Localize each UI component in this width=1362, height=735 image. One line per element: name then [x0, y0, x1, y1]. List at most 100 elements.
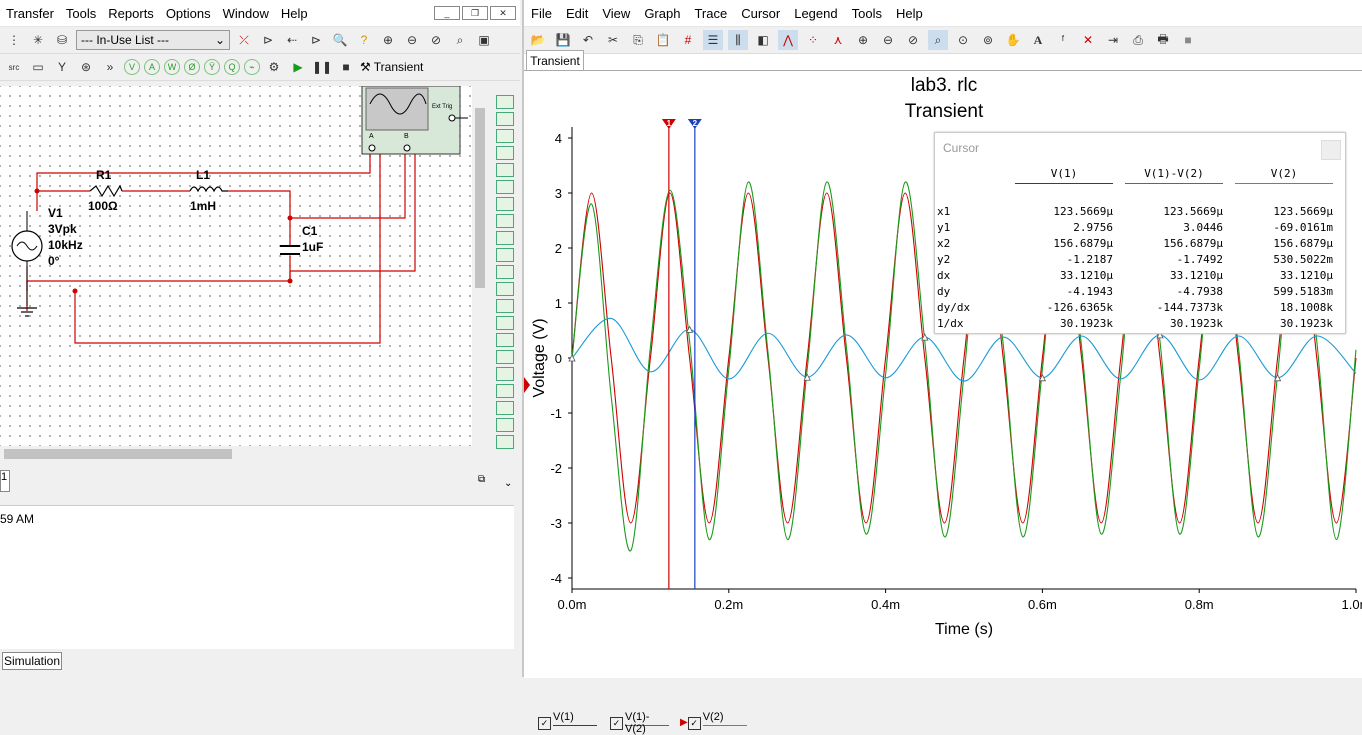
legend-checkbox-diff[interactable]: ✓	[610, 717, 623, 730]
close-icon[interactable]: ✕	[490, 6, 516, 20]
source-icon[interactable]: src	[4, 57, 24, 77]
minimize-icon[interactable]: _	[434, 6, 460, 20]
more-icon[interactable]: »	[100, 57, 120, 77]
cursor-panel[interactable]: Cursor V(1) V(1)-V(2) V(2) x1 123.5669µ 12…	[934, 132, 1346, 334]
menu-transfer[interactable]: Transfer	[0, 6, 60, 21]
print-icon[interactable]: 🖶	[1153, 30, 1173, 50]
zoom-y-icon[interactable]: ⊚	[978, 30, 998, 50]
pan-icon[interactable]: ✋	[1003, 30, 1023, 50]
menu-tools[interactable]: Tools	[845, 6, 889, 21]
instrument-current-probe-icon[interactable]	[496, 418, 514, 432]
menu-options[interactable]: Options	[160, 6, 217, 21]
probe-c-icon[interactable]: Q	[224, 59, 240, 75]
probe-a-icon[interactable]: A	[144, 59, 160, 75]
probe-g-icon[interactable]: Ÿ	[204, 59, 220, 75]
instrument-wattmeter-icon[interactable]	[496, 129, 514, 143]
legend-checkbox-v1[interactable]: ✓	[538, 717, 551, 730]
undo-icon[interactable]: ↶	[578, 30, 598, 50]
legend-item-v1[interactable]: ✓ V(1)	[538, 711, 597, 730]
schematic-vertical-scrollbar[interactable]	[472, 86, 488, 446]
menu-view[interactable]: View	[595, 6, 637, 21]
cursor-toggle-icon[interactable]: ⫼	[728, 30, 748, 50]
legend-checkbox-v2[interactable]: ✓	[687, 717, 701, 730]
zoom-in-icon[interactable]: ⊕	[853, 30, 873, 50]
overlay-icon[interactable]: ◧	[753, 30, 773, 50]
sheet-tab[interactable]: 1	[0, 470, 10, 492]
instrument-oscilloscope-icon[interactable]	[496, 146, 514, 160]
database-icon[interactable]: ⛁	[52, 30, 72, 50]
stop-icon[interactable]: ■	[336, 57, 356, 77]
instrument-network-analyzer-icon[interactable]	[496, 316, 514, 330]
find-icon[interactable]: 🔍	[330, 30, 350, 50]
pause-icon[interactable]: ❚❚	[312, 57, 332, 77]
menu-trace[interactable]: Trace	[687, 6, 734, 21]
zoom-in-icon[interactable]: ⊕	[378, 30, 398, 50]
probe-icon[interactable]: ⤫	[234, 30, 254, 50]
in-use-list-select[interactable]: --- In-Use List --- ⌄	[76, 30, 230, 50]
cursor-panel-close-button[interactable]	[1321, 140, 1341, 160]
instrument-logic-analyzer-icon[interactable]	[496, 231, 514, 245]
legend-toggle-icon[interactable]: ☰	[703, 30, 723, 50]
menu-reports[interactable]: Reports	[102, 6, 160, 21]
antenna-icon[interactable]: Y	[52, 57, 72, 77]
font-icon[interactable]: A	[1028, 30, 1048, 50]
paste-icon[interactable]: 📋	[653, 30, 673, 50]
scroll-thumb[interactable]	[475, 108, 485, 288]
instrument-agilent-mm-icon[interactable]	[496, 350, 514, 364]
probe-w-icon[interactable]: W	[164, 59, 180, 75]
wire-icon[interactable]: ⊳	[258, 30, 278, 50]
print-preview-icon[interactable]: ⎙	[1128, 30, 1148, 50]
zoom-x-icon[interactable]: ⊙	[953, 30, 973, 50]
back-annotate-icon[interactable]: ⇠	[282, 30, 302, 50]
menu-window[interactable]: Window	[217, 6, 275, 21]
open-icon[interactable]: 📂	[528, 30, 548, 50]
menu-legend[interactable]: Legend	[787, 6, 844, 21]
run-icon[interactable]: ▶	[288, 57, 308, 77]
trace-line-points-icon[interactable]: ⋏	[828, 30, 848, 50]
forward-annotate-icon[interactable]: ⊳	[306, 30, 326, 50]
instrument-word-generator-icon[interactable]	[496, 214, 514, 228]
trace-line-icon[interactable]: ⋀	[778, 30, 798, 50]
instrument-4ch-oscilloscope-icon[interactable]	[496, 163, 514, 177]
menu-graph[interactable]: Graph	[637, 6, 687, 21]
schematic-horizontal-scrollbar[interactable]	[0, 446, 472, 462]
save-icon[interactable]: 💾	[553, 30, 573, 50]
grid-icon[interactable]: #	[678, 30, 698, 50]
stop-icon[interactable]: ■	[1178, 30, 1198, 50]
instrument-bode-plotter-icon[interactable]	[496, 180, 514, 194]
plot-area[interactable]: lab3. rlc Transient 4 3 2 1 0 -1 -2 -3 -4 0.0m 0.2m 0…	[524, 70, 1362, 735]
menu-file[interactable]: File	[524, 6, 559, 21]
probe-ref-icon[interactable]: ⌁	[244, 59, 260, 75]
instrument-counter-icon[interactable]	[496, 197, 514, 211]
instrument-iv-analyzer-icon[interactable]	[496, 265, 514, 279]
chevron-down-icon[interactable]: ⌄	[504, 478, 512, 489]
monitor-icon[interactable]: ▭	[28, 57, 48, 77]
instrument-function-generator-icon[interactable]	[496, 112, 514, 126]
gear-icon[interactable]: ⚙	[264, 57, 284, 77]
instrument-logic-converter-icon[interactable]	[496, 248, 514, 262]
tab-transient[interactable]: Transient	[526, 50, 584, 71]
instrument-tek-scope-icon[interactable]	[496, 384, 514, 398]
probe-v-icon[interactable]: V	[124, 59, 140, 75]
scroll-thumb-h[interactable]	[4, 449, 232, 459]
zoom-fit-icon[interactable]: ⌕	[928, 30, 948, 50]
zoom-out-icon[interactable]: ⊖	[402, 30, 422, 50]
oscilloscope-icon[interactable]: ⊛	[76, 57, 96, 77]
cut-icon[interactable]: ✂	[603, 30, 623, 50]
math-icon[interactable]: ᶠ	[1053, 30, 1073, 50]
simulation-tab[interactable]: Simulation	[2, 652, 62, 670]
copy-icon[interactable]: ⎘	[628, 30, 648, 50]
add-trace-icon[interactable]: ✕	[1078, 30, 1098, 50]
instrument-distortion-analyzer-icon[interactable]	[496, 282, 514, 296]
full-screen-icon[interactable]: ▣	[474, 30, 494, 50]
menu-help[interactable]: Help	[889, 6, 930, 21]
probe-d-icon[interactable]: Ø	[184, 59, 200, 75]
zoom-area-icon[interactable]: ⊘	[903, 30, 923, 50]
instrument-more-icon[interactable]	[496, 435, 514, 449]
menu-help[interactable]: Help	[275, 6, 314, 21]
analysis-select[interactable]: ⚒ Transient	[360, 60, 423, 74]
restore-icon[interactable]: ❐	[462, 6, 488, 20]
menu-edit[interactable]: Edit	[559, 6, 595, 21]
instrument-multimeter-icon[interactable]	[496, 95, 514, 109]
export-icon[interactable]: ⇥	[1103, 30, 1123, 50]
